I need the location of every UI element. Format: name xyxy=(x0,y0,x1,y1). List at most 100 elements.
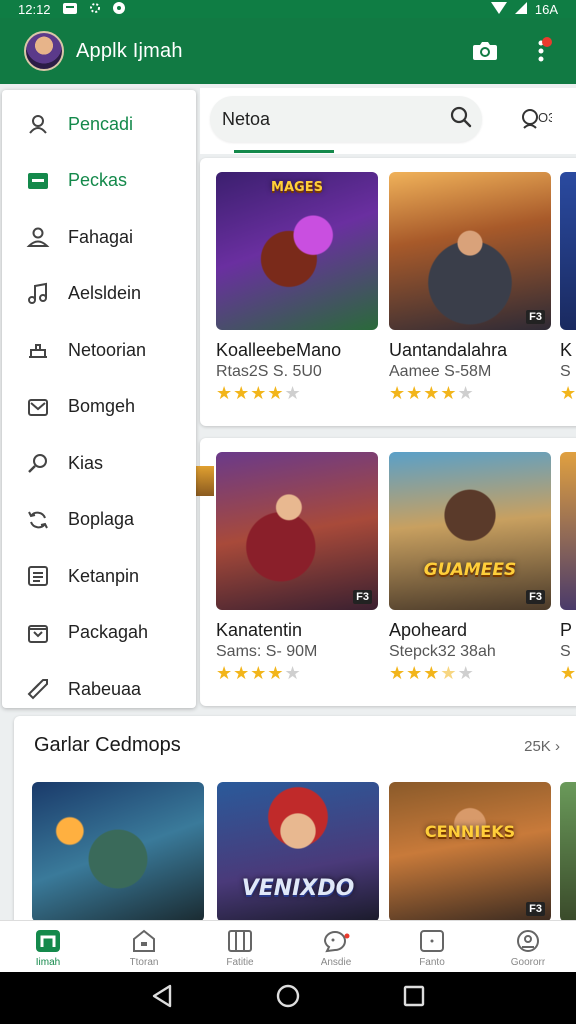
featured-game-card[interactable]: CENNIEKS F3 xyxy=(389,782,551,922)
bottom-nav-home[interactable]: Ijmah xyxy=(0,921,96,972)
game-meta: Stepck32 38ah xyxy=(389,643,496,660)
game-badge: F3 xyxy=(526,590,545,604)
filter-button[interactable]: O3 xyxy=(520,106,555,137)
game-title: P xyxy=(560,620,573,640)
avatar[interactable] xyxy=(24,31,64,71)
bottom-navigation: Ijmah Ttoran Fatitie Ansdie Fanto Gooror… xyxy=(0,920,576,972)
drawer-item-label: Bomgeh xyxy=(68,396,136,417)
drawer-item-label: Ketanpin xyxy=(68,565,140,586)
rating-stars: ★ xyxy=(560,383,576,403)
home-icon xyxy=(24,336,52,364)
rating-stars: ★★★★★ xyxy=(389,383,475,403)
drawer-item-ketanpin[interactable]: Ketanpin xyxy=(2,548,196,605)
camera-button[interactable] xyxy=(470,36,500,66)
svg-text:O3: O3 xyxy=(538,110,552,125)
drawer-item-netoorian[interactable]: Netoorian xyxy=(2,322,196,379)
music-note-icon xyxy=(24,280,52,308)
game-logo: MAGES xyxy=(271,180,323,195)
game-thumbnail xyxy=(560,782,576,922)
game-logo: CENNIEKS xyxy=(424,822,516,841)
game-thumbnail xyxy=(32,782,204,922)
game-card[interactable]: F3 Kanatentin Sams: S- 90M ★★★★★ xyxy=(216,452,378,684)
game-card[interactable]: MAGES KoalleebeMano Rtas2S S. 5U0 ★★★★★ xyxy=(216,172,378,404)
featured-game-card[interactable]: VENIXDO xyxy=(217,782,379,922)
bottom-nav-tablet[interactable]: Fanto xyxy=(384,921,480,972)
game-badge: F3 xyxy=(526,310,545,324)
drawer-item-kias[interactable]: Kias xyxy=(2,435,196,492)
search-value: Netoa xyxy=(222,108,271,129)
settings-icon xyxy=(89,2,101,17)
refresh-icon xyxy=(24,506,52,534)
list-icon xyxy=(24,562,52,590)
drawer-item-label: Peckas xyxy=(68,170,128,191)
search-icon[interactable] xyxy=(450,106,472,133)
signal-icon xyxy=(514,1,527,17)
rating-stars: ★★★★★ xyxy=(216,383,302,403)
book-icon xyxy=(228,930,252,952)
camera-icon xyxy=(473,42,497,60)
bottom-nav-library[interactable]: Fatitie xyxy=(192,921,288,972)
drawer-item-pencadi[interactable]: Pencadi xyxy=(2,96,196,153)
back-triangle-icon xyxy=(152,984,172,1007)
message-icon xyxy=(62,2,77,17)
game-badge: F3 xyxy=(353,590,372,604)
tab-indicator xyxy=(234,150,334,153)
app-title: Applk Ijmah xyxy=(76,39,183,62)
app-bar: Applk Ijmah xyxy=(0,18,576,84)
see-more-link[interactable]: 25K › xyxy=(524,738,560,755)
game-logo: GUAMEES xyxy=(423,560,517,580)
game-card[interactable]: F3 Uantandalahra Aamee S-58M ★★★★★ xyxy=(389,172,551,404)
game-title: K xyxy=(560,340,573,360)
game-title: Apoheard xyxy=(389,620,468,640)
game-thumbnail-peek xyxy=(196,466,214,496)
drawer-item-rabeuaa[interactable]: Rabeuaa xyxy=(2,661,196,718)
featured-section: Garlar Cedmops 25K › VENIXDO CENNIEKS F3 xyxy=(14,716,576,926)
drawer-item-peckas[interactable]: Peckas xyxy=(2,153,196,210)
game-meta: S xyxy=(560,643,571,660)
game-card[interactable]: GUAMEES F3 Apoheard Stepck32 38ah ★★★★★ xyxy=(389,452,551,684)
drawer-item-bomgeh[interactable]: Bomgeh xyxy=(2,379,196,436)
recents-button[interactable] xyxy=(403,985,425,1012)
game-thumbnail xyxy=(560,452,576,610)
bottom-nav-label: Fanto xyxy=(419,957,445,965)
game-thumbnail xyxy=(560,172,576,330)
store-icon xyxy=(133,929,155,952)
game-card[interactable]: P S ★ xyxy=(560,452,576,684)
back-button[interactable] xyxy=(151,984,173,1013)
game-title: KoalleebeMano xyxy=(216,340,342,360)
drawer-item-fahagai[interactable]: Fahagai xyxy=(2,209,196,266)
drawer-item-aelsldein[interactable]: Aelsldein xyxy=(2,266,196,323)
featured-game-card[interactable] xyxy=(32,782,204,922)
bottom-nav-messages[interactable]: Ansdie xyxy=(288,921,384,972)
more-menu-button[interactable] xyxy=(526,36,556,66)
games-row-1: MAGES KoalleebeMano Rtas2S S. 5U0 ★★★★★ … xyxy=(200,158,576,426)
user-circle-icon xyxy=(24,110,52,138)
home-circle-icon xyxy=(276,984,300,1007)
bottom-nav-label: Ttoran xyxy=(129,957,159,965)
search-area: Netoa O3 xyxy=(200,88,576,154)
home-button[interactable] xyxy=(275,983,301,1014)
status-bar: 12:12 16A xyxy=(0,0,576,18)
featured-game-card[interactable] xyxy=(560,782,576,922)
bottom-nav-label: Ijmah xyxy=(35,957,61,965)
person-icon xyxy=(24,223,52,251)
rating-stars: ★★★★★ xyxy=(216,663,302,683)
drawer-item-label: Pencadi xyxy=(68,113,134,134)
recents-square-icon xyxy=(403,985,425,1006)
game-thumbnail: CENNIEKS F3 xyxy=(389,782,551,922)
drawer-item-label: Kias xyxy=(68,452,104,473)
chat-icon xyxy=(323,931,350,953)
notification-dot xyxy=(542,37,552,47)
game-title: Kanatentin xyxy=(216,620,303,640)
drawer-item-boplaga[interactable]: Boplaga xyxy=(2,492,196,549)
navigation-drawer: Pencadi Peckas Fahagai Aelsldein Netoori… xyxy=(2,90,196,708)
bottom-nav-account[interactable]: Goororr xyxy=(480,921,576,972)
drawer-item-packagah[interactable]: Packagah xyxy=(2,605,196,662)
drawer-item-label: Rabeuaa xyxy=(68,678,142,699)
bottom-nav-store[interactable]: Ttoran xyxy=(96,921,192,972)
game-thumbnail: F3 xyxy=(389,172,551,330)
game-card[interactable]: K S ★ xyxy=(560,172,576,404)
filter-icon: O3 xyxy=(522,109,555,129)
notification-icon xyxy=(112,1,125,17)
search-input[interactable]: Netoa xyxy=(210,96,482,142)
